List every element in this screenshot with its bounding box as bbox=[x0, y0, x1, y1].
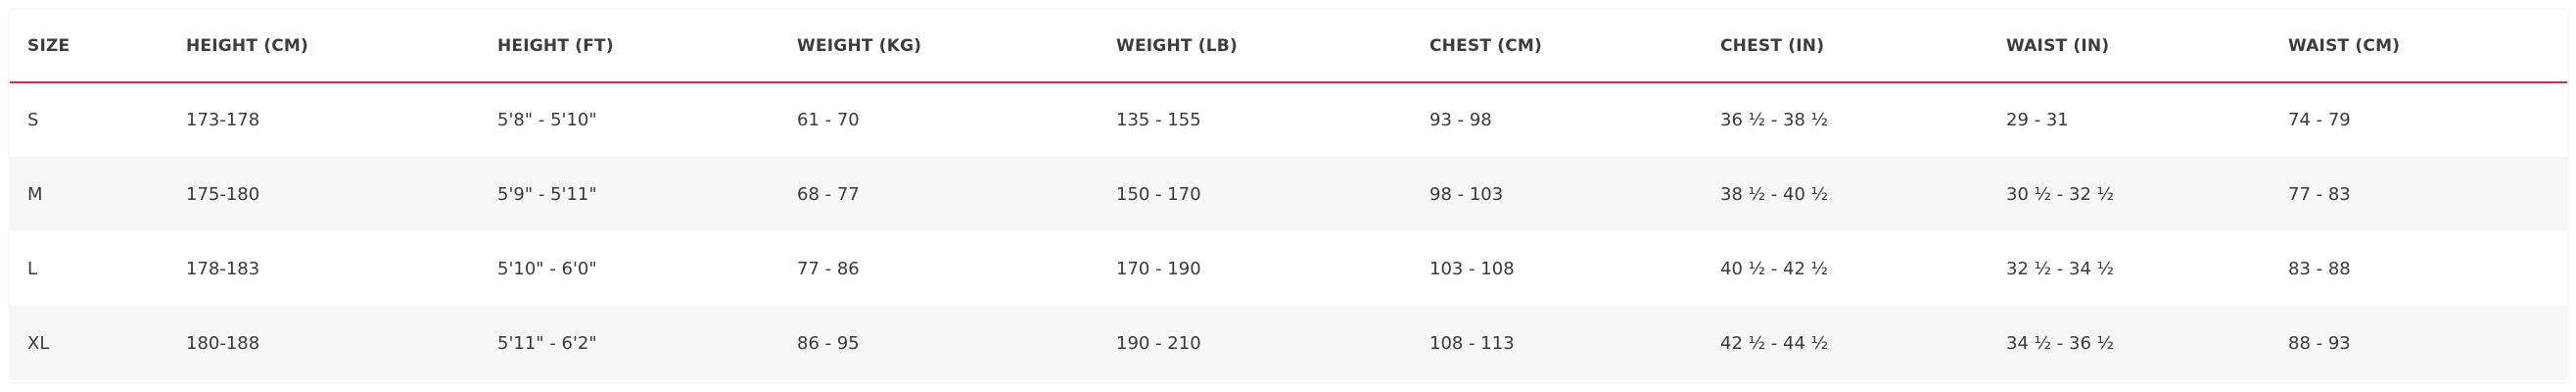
cell-waist-in: 34 ½ - 36 ½ bbox=[2006, 332, 2115, 354]
cell-weight-lb: 135 - 155 bbox=[1116, 110, 1201, 130]
cell-weight-lb: 190 - 210 bbox=[1116, 332, 1201, 354]
table-row: L 178-183 5'10" - 6'0" 77 - 86 170 - 190… bbox=[10, 231, 2567, 306]
size-table: SIZE HEIGHT (CM) HEIGHT (FT) WEIGHT (KG)… bbox=[10, 10, 2567, 380]
header-row: SIZE HEIGHT (CM) HEIGHT (FT) WEIGHT (KG)… bbox=[10, 10, 2567, 83]
header-chest-in: CHEST (IN) bbox=[1703, 10, 1989, 83]
cell-waist-in: 30 ½ - 32 ½ bbox=[2006, 183, 2115, 205]
cell-weight-lb: 170 - 190 bbox=[1116, 258, 1201, 279]
cell-chest-in: 42 ½ - 44 ½ bbox=[1720, 332, 1829, 354]
cell-weight-kg: 68 - 77 bbox=[797, 183, 860, 205]
cell-height-cm: 173-178 bbox=[186, 110, 260, 130]
cell-height-ft: 5'10" - 6'0" bbox=[497, 258, 597, 279]
cell-chest-in: 36 ½ - 38 ½ bbox=[1720, 110, 1829, 130]
cell-waist-cm: 74 - 79 bbox=[2288, 110, 2351, 130]
cell-chest-in: 40 ½ - 42 ½ bbox=[1720, 258, 1829, 279]
header-waist-in: WAIST (IN) bbox=[1989, 10, 2271, 83]
cell-chest-cm: 93 - 98 bbox=[1429, 110, 1492, 130]
cell-chest-cm: 103 - 108 bbox=[1429, 258, 1515, 279]
cell-waist-in: 32 ½ - 34 ½ bbox=[2006, 258, 2115, 279]
cell-height-ft: 5'11" - 6'2" bbox=[497, 332, 597, 354]
table-row: XL 180-188 5'11" - 6'2" 86 - 95 190 - 21… bbox=[10, 306, 2567, 380]
cell-height-ft: 5'9" - 5'11" bbox=[497, 183, 597, 205]
header-size: SIZE bbox=[10, 10, 168, 83]
header-height-ft: HEIGHT (FT) bbox=[480, 10, 779, 83]
cell-weight-kg: 86 - 95 bbox=[797, 332, 860, 354]
cell-size: M bbox=[27, 183, 43, 205]
cell-waist-in: 29 - 31 bbox=[2006, 110, 2069, 130]
size-chart: SIZE HEIGHT (CM) HEIGHT (FT) WEIGHT (KG)… bbox=[10, 10, 2567, 382]
cell-waist-cm: 88 - 93 bbox=[2288, 332, 2351, 354]
header-height-cm: HEIGHT (CM) bbox=[168, 10, 480, 83]
cell-height-cm: 178-183 bbox=[186, 258, 260, 279]
header-waist-cm: WAIST (CM) bbox=[2271, 10, 2567, 83]
cell-size: L bbox=[27, 258, 38, 279]
header-chest-cm: CHEST (CM) bbox=[1412, 10, 1703, 83]
cell-weight-lb: 150 - 170 bbox=[1116, 183, 1201, 205]
cell-height-cm: 175-180 bbox=[186, 183, 260, 205]
cell-size: S bbox=[27, 110, 39, 130]
table-row: M 175-180 5'9" - 5'11" 68 - 77 150 - 170… bbox=[10, 157, 2567, 231]
table-body: S 173-178 5'8" - 5'10" 61 - 70 135 - 155… bbox=[10, 82, 2567, 380]
header-weight-lb: WEIGHT (LB) bbox=[1099, 10, 1412, 83]
cell-size: XL bbox=[27, 332, 50, 354]
cell-waist-cm: 83 - 88 bbox=[2288, 258, 2351, 279]
cell-waist-cm: 77 - 83 bbox=[2288, 183, 2351, 205]
cell-height-cm: 180-188 bbox=[186, 332, 260, 354]
cell-chest-in: 38 ½ - 40 ½ bbox=[1720, 183, 1829, 205]
cell-chest-cm: 98 - 103 bbox=[1429, 183, 1504, 205]
header-weight-kg: WEIGHT (KG) bbox=[779, 10, 1099, 83]
table-header: SIZE HEIGHT (CM) HEIGHT (FT) WEIGHT (KG)… bbox=[10, 10, 2567, 83]
cell-height-ft: 5'8" - 5'10" bbox=[497, 110, 597, 130]
cell-weight-kg: 61 - 70 bbox=[797, 110, 860, 130]
cell-weight-kg: 77 - 86 bbox=[797, 258, 860, 279]
cell-chest-cm: 108 - 113 bbox=[1429, 332, 1515, 354]
table-row: S 173-178 5'8" - 5'10" 61 - 70 135 - 155… bbox=[10, 82, 2567, 157]
